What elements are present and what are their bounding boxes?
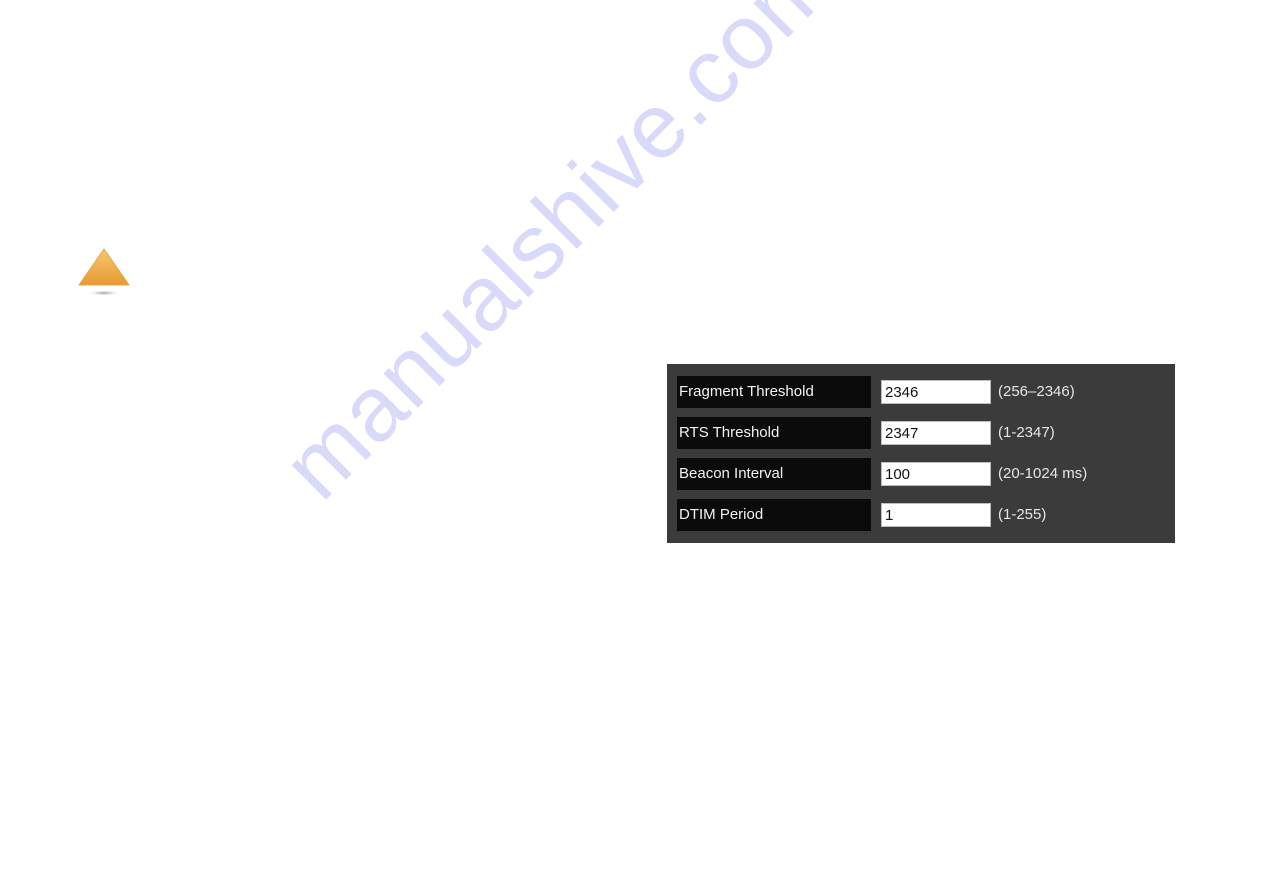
setting-row-rts-threshold: RTS Threshold (1-2347) bbox=[677, 417, 1167, 449]
wireless-advanced-settings-panel: Fragment Threshold (256–2346) RTS Thresh… bbox=[667, 364, 1175, 543]
warning-triangle-icon bbox=[78, 248, 130, 296]
dtim-period-range: (1-255) bbox=[998, 506, 1047, 523]
fragment-threshold-range: (256–2346) bbox=[998, 383, 1075, 400]
rts-threshold-label: RTS Threshold bbox=[677, 417, 871, 449]
setting-row-dtim-period: DTIM Period (1-255) bbox=[677, 499, 1167, 531]
beacon-interval-label: Beacon Interval bbox=[677, 458, 871, 490]
rts-threshold-range: (1-2347) bbox=[998, 424, 1055, 441]
setting-row-fragment-threshold: Fragment Threshold (256–2346) bbox=[677, 376, 1167, 408]
setting-row-beacon-interval: Beacon Interval (20-1024 ms) bbox=[677, 458, 1167, 490]
fragment-threshold-label: Fragment Threshold bbox=[677, 376, 871, 408]
beacon-interval-input[interactable] bbox=[881, 462, 991, 486]
dtim-period-label: DTIM Period bbox=[677, 499, 871, 531]
rts-threshold-input[interactable] bbox=[881, 421, 991, 445]
dtim-period-input[interactable] bbox=[881, 503, 991, 527]
fragment-threshold-input[interactable] bbox=[881, 380, 991, 404]
beacon-interval-range: (20-1024 ms) bbox=[998, 465, 1088, 482]
